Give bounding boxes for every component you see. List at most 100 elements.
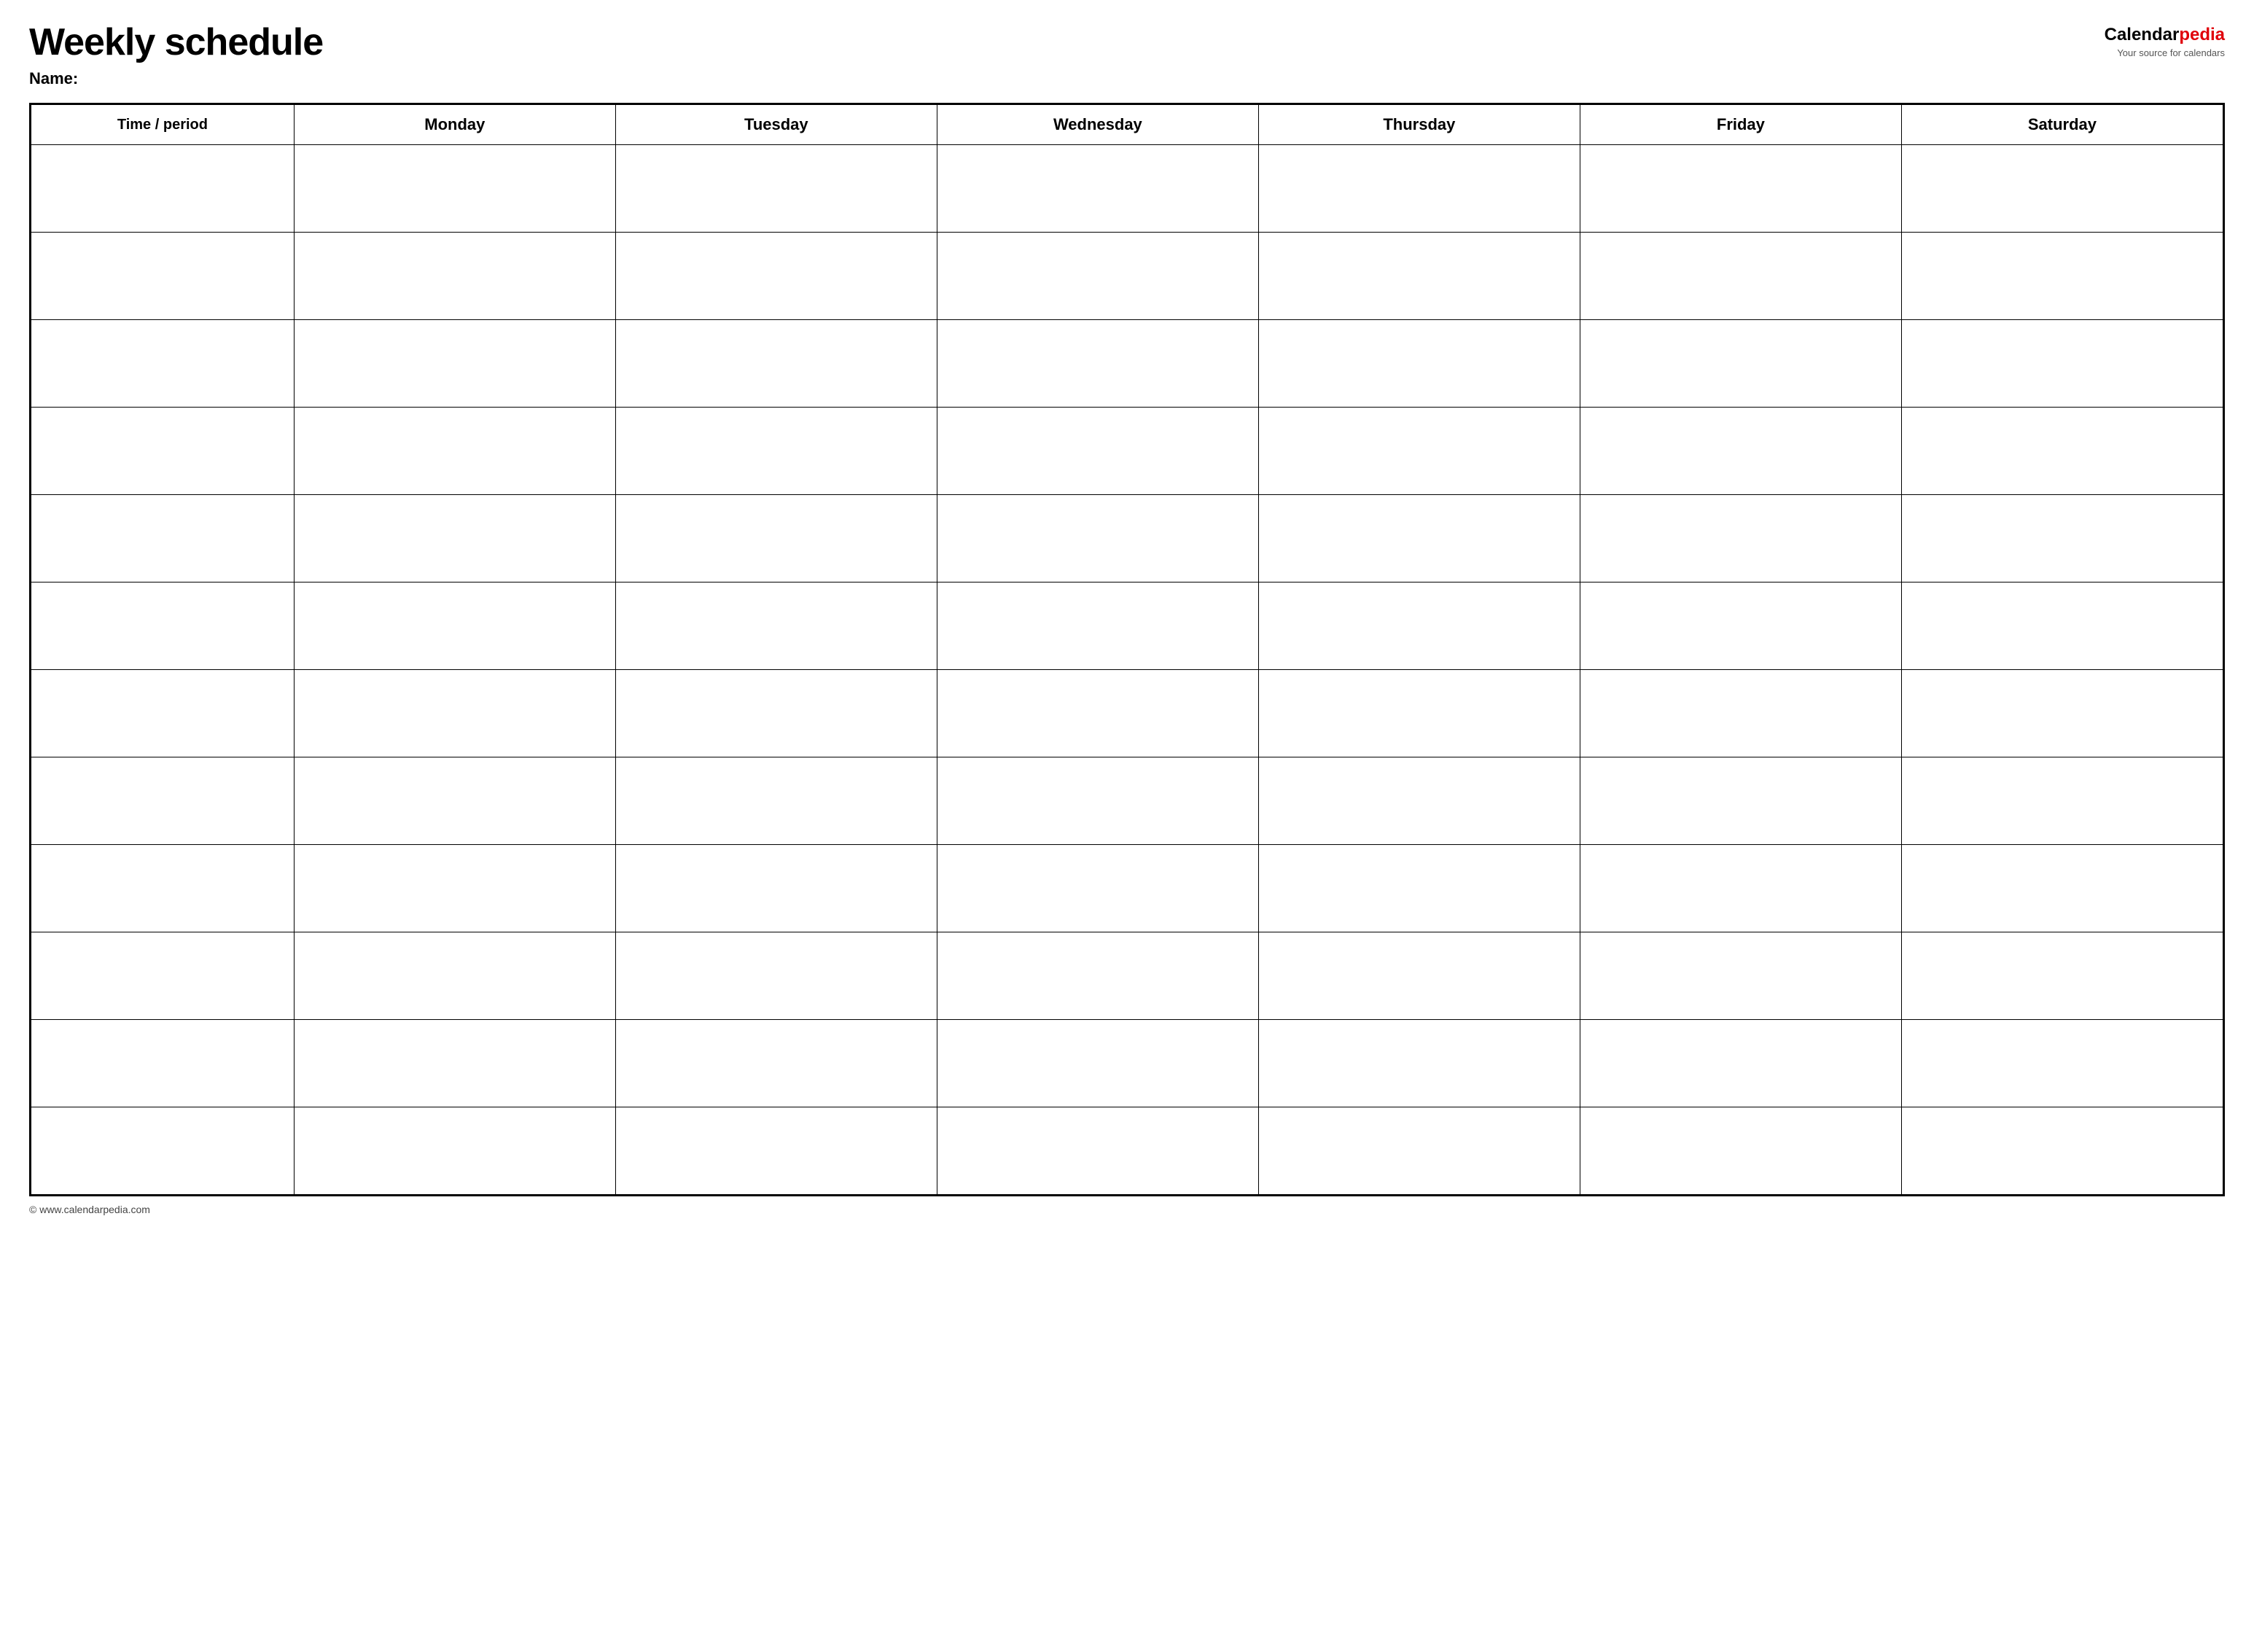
schedule-cell[interactable]: [1258, 1107, 1580, 1195]
schedule-cell[interactable]: [1258, 757, 1580, 845]
schedule-cell[interactable]: [937, 145, 1258, 233]
table-row: [31, 757, 2223, 845]
time-cell[interactable]: [31, 932, 295, 1020]
schedule-cell[interactable]: [615, 233, 937, 320]
schedule-cell[interactable]: [1258, 320, 1580, 408]
col-header-wednesday: Wednesday: [937, 105, 1258, 145]
schedule-cell[interactable]: [1258, 932, 1580, 1020]
table-row: [31, 1020, 2223, 1107]
schedule-cell[interactable]: [1258, 145, 1580, 233]
schedule-cell[interactable]: [1258, 495, 1580, 583]
schedule-cell[interactable]: [1258, 233, 1580, 320]
schedule-cell[interactable]: [937, 757, 1258, 845]
schedule-cell[interactable]: [1901, 408, 2223, 495]
schedule-cell[interactable]: [1258, 1020, 1580, 1107]
schedule-cell[interactable]: [615, 1020, 937, 1107]
table-row: [31, 583, 2223, 670]
schedule-cell[interactable]: [1580, 757, 1901, 845]
schedule-cell[interactable]: [937, 408, 1258, 495]
schedule-cell[interactable]: [937, 1020, 1258, 1107]
schedule-cell[interactable]: [937, 670, 1258, 757]
table-row: [31, 408, 2223, 495]
schedule-cell[interactable]: [1258, 670, 1580, 757]
schedule-cell[interactable]: [937, 320, 1258, 408]
time-cell[interactable]: [31, 757, 295, 845]
schedule-cell[interactable]: [1901, 845, 2223, 932]
schedule-cell[interactable]: [294, 145, 615, 233]
schedule-cell[interactable]: [1580, 845, 1901, 932]
schedule-cell[interactable]: [1901, 145, 2223, 233]
schedule-cell[interactable]: [937, 932, 1258, 1020]
logo-tagline: Your source for calendars: [2117, 47, 2225, 58]
schedule-cell[interactable]: [615, 1107, 937, 1195]
time-cell[interactable]: [31, 1020, 295, 1107]
schedule-cell[interactable]: [615, 932, 937, 1020]
time-cell[interactable]: [31, 233, 295, 320]
schedule-cell[interactable]: [937, 1107, 1258, 1195]
schedule-cell[interactable]: [294, 932, 615, 1020]
schedule-cell[interactable]: [294, 583, 615, 670]
schedule-cell[interactable]: [937, 495, 1258, 583]
schedule-cell[interactable]: [1580, 495, 1901, 583]
title-section: Weekly schedule Name:: [29, 22, 323, 88]
schedule-cell[interactable]: [615, 495, 937, 583]
time-cell[interactable]: [31, 495, 295, 583]
footer: © www.calendarpedia.com: [29, 1204, 2225, 1215]
schedule-cell[interactable]: [937, 583, 1258, 670]
schedule-cell[interactable]: [615, 145, 937, 233]
schedule-cell[interactable]: [1258, 583, 1580, 670]
schedule-cell[interactable]: [1580, 583, 1901, 670]
schedule-cell[interactable]: [294, 408, 615, 495]
schedule-cell[interactable]: [294, 1107, 615, 1195]
schedule-cell[interactable]: [1901, 1020, 2223, 1107]
time-cell[interactable]: [31, 408, 295, 495]
schedule-cell[interactable]: [294, 233, 615, 320]
schedule-cell[interactable]: [1580, 1020, 1901, 1107]
time-cell[interactable]: [31, 1107, 295, 1195]
schedule-cell[interactable]: [1901, 932, 2223, 1020]
time-cell[interactable]: [31, 583, 295, 670]
schedule-cell[interactable]: [1580, 1107, 1901, 1195]
schedule-cell[interactable]: [1580, 320, 1901, 408]
schedule-cell[interactable]: [1580, 408, 1901, 495]
time-cell[interactable]: [31, 320, 295, 408]
schedule-cell[interactable]: [1901, 320, 2223, 408]
schedule-cell[interactable]: [1580, 932, 1901, 1020]
schedule-cell[interactable]: [615, 845, 937, 932]
schedule-cell[interactable]: [294, 670, 615, 757]
table-row: [31, 670, 2223, 757]
table-row: [31, 932, 2223, 1020]
page-header: Weekly schedule Name: Calendarpedia Your…: [29, 22, 2225, 88]
schedule-cell[interactable]: [1901, 757, 2223, 845]
time-cell[interactable]: [31, 845, 295, 932]
schedule-cell[interactable]: [937, 233, 1258, 320]
schedule-cell[interactable]: [294, 495, 615, 583]
schedule-cell[interactable]: [615, 408, 937, 495]
schedule-cell[interactable]: [1901, 1107, 2223, 1195]
schedule-cell[interactable]: [1901, 670, 2223, 757]
schedule-cell[interactable]: [1901, 583, 2223, 670]
schedule-cell[interactable]: [615, 583, 937, 670]
footer-url: © www.calendarpedia.com: [29, 1204, 150, 1215]
col-header-friday: Friday: [1580, 105, 1901, 145]
schedule-cell[interactable]: [1258, 845, 1580, 932]
time-cell[interactable]: [31, 145, 295, 233]
table-row: [31, 233, 2223, 320]
table-row: [31, 145, 2223, 233]
schedule-cell[interactable]: [294, 845, 615, 932]
time-cell[interactable]: [31, 670, 295, 757]
schedule-cell[interactable]: [294, 757, 615, 845]
schedule-cell[interactable]: [615, 320, 937, 408]
schedule-cell[interactable]: [294, 320, 615, 408]
schedule-cell[interactable]: [1580, 145, 1901, 233]
schedule-cell[interactable]: [1580, 233, 1901, 320]
schedule-cell[interactable]: [1901, 495, 2223, 583]
schedule-cell[interactable]: [615, 757, 937, 845]
schedule-cell[interactable]: [615, 670, 937, 757]
schedule-cell[interactable]: [1901, 233, 2223, 320]
schedule-cell[interactable]: [294, 1020, 615, 1107]
schedule-cell[interactable]: [1258, 408, 1580, 495]
name-label: Name:: [29, 69, 323, 88]
schedule-cell[interactable]: [937, 845, 1258, 932]
schedule-cell[interactable]: [1580, 670, 1901, 757]
